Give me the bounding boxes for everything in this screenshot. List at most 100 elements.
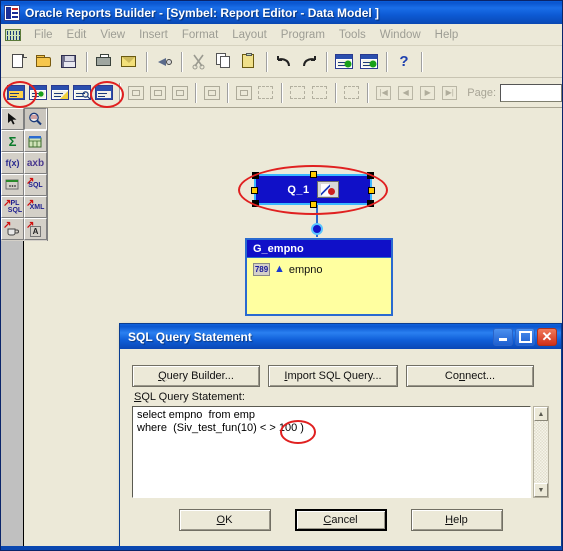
cross-product-tool[interactable] [1,174,24,196]
help-mnemonic: H [445,514,454,526]
paste-icon[interactable] [237,50,261,74]
menu-item-insert[interactable]: Insert [132,27,175,43]
magnify-tool[interactable] [24,108,47,130]
selection-handle[interactable] [310,171,317,178]
page-input[interactable] [500,83,562,102]
select-parent-frame-icon[interactable] [341,82,362,104]
previous-page-icon[interactable]: ◀ [395,82,416,104]
menu-item-file[interactable]: File [27,27,60,43]
flex-off-icon[interactable] [255,82,276,104]
toolbar-separator [146,51,148,72]
menu-item-window[interactable]: Window [373,27,428,43]
red-arrow-icon: ↗ [26,176,35,187]
formula-column-tool[interactable]: f(x) [1,152,24,174]
selection-handle[interactable] [310,201,317,208]
query-builder-button[interactable]: Query Builder... [132,365,260,387]
run-report-icon[interactable] [357,50,381,74]
text-query-tool[interactable]: ↗ A [24,218,47,240]
java-query-tool[interactable]: ↗ [1,218,24,240]
import-sql-query-button[interactable]: Import SQL Query... [268,365,398,387]
toolbar-separator [335,82,338,103]
sql-text-area-wrapper: select empno from emp where (Siv_test_fu… [132,406,549,498]
group-column-row[interactable]: 789 ▲ empno [247,258,391,276]
placeholder-tool-label: axb [26,157,45,169]
placeholder-column-tool[interactable]: axb [24,152,47,174]
flex-mode-icon[interactable] [309,82,330,104]
selection-handle[interactable] [367,200,374,207]
selection-handle[interactable] [252,200,259,207]
minimize-button[interactable] [493,327,513,346]
selection-handle[interactable] [252,172,259,179]
menu-item-tools[interactable]: Tools [332,27,373,43]
maximize-button[interactable] [515,327,535,346]
menu-item-help[interactable]: Help [428,27,466,43]
sql-query-textarea[interactable]: select empno from emp where (Siv_test_fu… [132,406,531,498]
toolbar-separator [367,82,370,103]
scroll-up-button[interactable]: ▲ [534,407,548,421]
undo-icon[interactable] [272,50,296,74]
copy-icon[interactable] [212,50,236,74]
scrollbar-track[interactable] [534,421,548,483]
cut-icon[interactable] [187,50,211,74]
data-model-view-icon[interactable] [5,82,26,104]
web-source-view-icon[interactable] [27,82,48,104]
help-button[interactable]: Help [410,509,503,531]
ok-button[interactable]: OK [178,509,271,531]
data-link-tool[interactable] [24,130,47,152]
report-block-icon[interactable] [201,82,222,104]
select-tool[interactable] [1,108,24,130]
save-icon[interactable] [57,50,81,74]
sql-query-statement-dialog: SQL Query Statement ✕ Query Builder... I… [119,323,562,549]
menu-item-edit[interactable]: Edit [60,27,94,43]
form-icon[interactable] [169,82,190,104]
query-node-q1[interactable]: Q_1 [251,171,375,208]
sql-field-label: SQL Query Statement: [134,391,549,403]
scroll-down-button[interactable]: ▼ [534,483,548,497]
new-icon[interactable] [7,50,31,74]
toolbar-separator [386,51,388,72]
paper-design-view-icon[interactable] [71,82,92,104]
close-button[interactable]: ✕ [537,327,557,346]
ok-label: K [225,514,233,526]
group-node-title: G_empno [247,240,391,258]
mail-icon[interactable] [117,50,141,74]
group-node-g-empno[interactable]: G_empno 789 ▲ empno [245,238,393,316]
selection-handle[interactable] [368,187,375,194]
run-paper-icon[interactable] [332,50,356,74]
paper-layout-view-icon[interactable] [49,82,70,104]
redo-icon[interactable] [297,50,321,74]
print-icon[interactable] [92,50,116,74]
sql-query-tool[interactable]: ↗ SQL [24,174,47,196]
connect-button[interactable]: Co n nect... [406,365,534,387]
plsql-query-tool[interactable]: ↗ PL SQL [1,196,24,218]
selection-handle[interactable] [367,172,374,179]
run-web-icon[interactable] [152,50,176,74]
formula-tool-label: f(x) [5,158,20,168]
xml-query-tool[interactable]: ↗ XML [24,196,47,218]
frame-select-icon[interactable] [233,82,254,104]
group-above-icon[interactable] [125,82,146,104]
summary-column-tool[interactable]: Σ [1,130,24,152]
first-page-icon[interactable]: |◀ [373,82,394,104]
dialog-bottom-buttons: OK Cancel Help [132,509,549,531]
sql-textarea-scrollbar[interactable]: ▲ ▼ [533,406,549,498]
selection-handle[interactable] [251,187,258,194]
dialog-action-buttons: Query Builder... Import SQL Query... Co n… [132,365,549,387]
menu-item-view[interactable]: View [93,27,132,43]
menu-item-program[interactable]: Program [274,27,332,43]
connect-prefix: Co [444,370,459,382]
help-icon[interactable]: ? [392,50,416,74]
title-bar: Oracle Reports Builder - [Symbel: Report… [1,1,562,24]
paper-parameter-form-icon[interactable] [93,82,114,104]
open-icon[interactable] [32,50,56,74]
data-model-icon [3,26,23,44]
left-sidebar [1,241,24,550]
confine-mode-icon[interactable] [287,82,308,104]
last-page-icon[interactable]: ▶| [439,82,460,104]
menu-item-format[interactable]: Format [175,27,225,43]
menu-item-layout[interactable]: Layout [225,27,274,43]
group-left-icon[interactable] [147,82,168,104]
cancel-button[interactable]: Cancel [294,509,387,531]
next-page-icon[interactable]: ▶ [417,82,438,104]
sql-field-label-text: QL Query Statement: [141,391,245,403]
